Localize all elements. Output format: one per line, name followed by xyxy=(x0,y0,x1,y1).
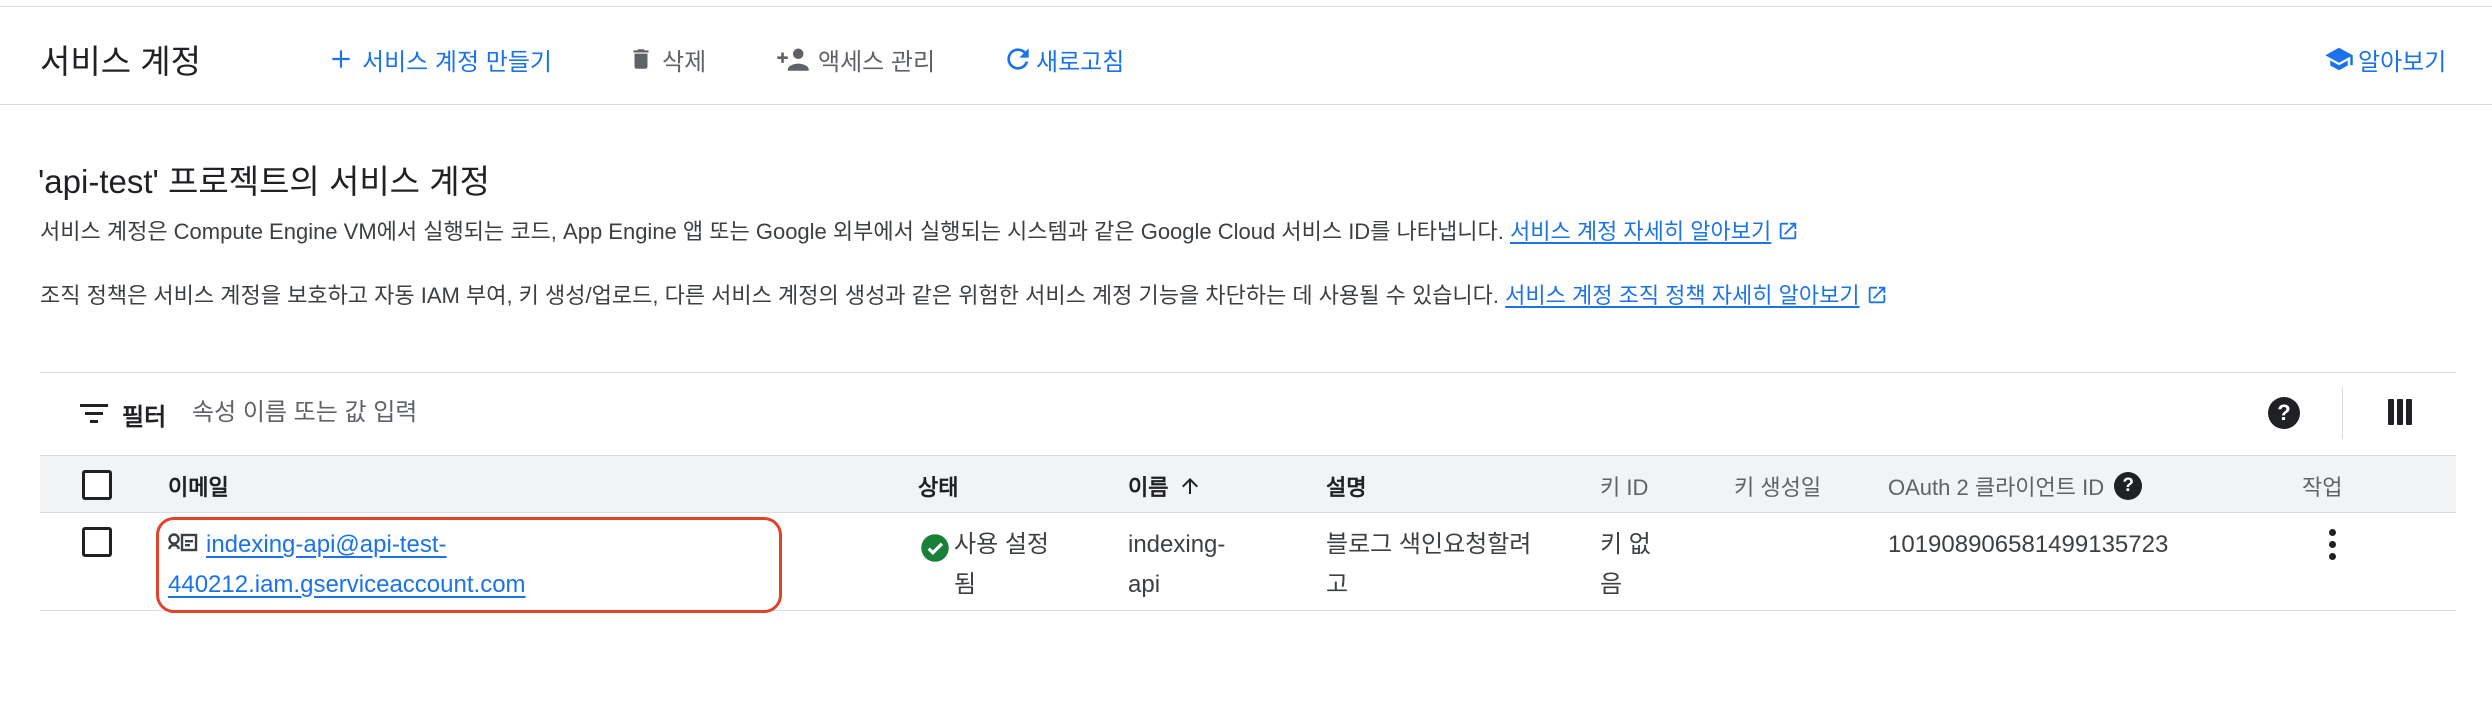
page-title: 서비스 계정 xyxy=(40,43,201,80)
select-all-checkbox[interactable] xyxy=(82,470,112,500)
column-oauth-client-id[interactable]: OAuth 2 클라이언트 ID ? xyxy=(1888,470,2143,502)
service-accounts-table: 필터 ? 이메일 상태 이름 설명 키 ID 키 생성일 OAuth 2 클라이… xyxy=(40,372,2456,613)
column-status[interactable]: 상태 xyxy=(918,470,958,502)
delete-label: 삭제 xyxy=(662,48,707,76)
description-text: 서비스 계정은 Compute Engine VM에서 실행되는 코드, App… xyxy=(40,219,1504,244)
open-in-new-icon xyxy=(1868,286,1885,304)
trash-icon xyxy=(633,49,649,69)
row-checkbox[interactable] xyxy=(82,527,112,557)
description-cell: 블로그 색인요청할려 고 xyxy=(1326,531,1532,598)
column-email[interactable]: 이메일 xyxy=(168,470,229,502)
service-account-key-icon xyxy=(167,533,198,552)
manage-access-button[interactable]: 액세스 관리 xyxy=(776,39,935,79)
table-row: indexing-api@api-test- 440212.iam.gservic… xyxy=(40,513,2456,613)
page-header: 서비스 계정 서비스 계정 만들기 삭제 액세스 관리 새로고침 알아보기 xyxy=(0,7,2492,105)
description-org-policy: 조직 정책은 서비스 계정을 보호하고 자동 IAM 부여, 키 생성/업로드,… xyxy=(40,281,1888,311)
refresh-button[interactable]: 새로고침 xyxy=(1002,39,1124,79)
service-account-email-link[interactable]: indexing-api@api-test- 440212.iam.gservic… xyxy=(168,531,526,598)
help-icon[interactable]: ? xyxy=(2114,472,2143,500)
learn-button[interactable]: 알아보기 xyxy=(2322,39,2446,79)
column-description[interactable]: 설명 xyxy=(1326,470,1366,502)
refresh-label: 새로고침 xyxy=(1036,48,1125,76)
manage-access-label: 액세스 관리 xyxy=(818,48,936,76)
status-cell: 사용 설정 됨 xyxy=(954,531,1049,598)
refresh-icon xyxy=(1007,48,1029,70)
column-key-created[interactable]: 키 생성일 xyxy=(1734,470,1821,502)
filter-icon xyxy=(80,404,108,423)
plus-icon xyxy=(332,50,350,68)
column-actions: 작업 xyxy=(2302,475,2343,500)
filter-bar: 필터 ? xyxy=(40,373,2456,455)
delete-button[interactable]: 삭제 xyxy=(628,39,706,79)
open-in-new-icon xyxy=(1779,222,1797,240)
create-service-account-button[interactable]: 서비스 계정 만들기 xyxy=(328,39,552,79)
school-icon xyxy=(2325,47,2353,71)
learn-label: 알아보기 xyxy=(2358,48,2447,76)
learn-org-policy-link[interactable]: 서비스 계정 조직 정책 자세히 알아보기 xyxy=(1505,283,1859,308)
table-header: 이메일 상태 이름 설명 키 ID 키 생성일 OAuth 2 클라이언트 ID… xyxy=(40,455,2456,513)
key-id-cell: 키 없음 xyxy=(1600,531,1651,598)
create-service-account-label: 서비스 계정 만들기 xyxy=(362,48,552,76)
arrow-upward-icon xyxy=(1182,478,1199,494)
section-title: 'api-test' 프로젝트의 서비스 계정 xyxy=(38,163,490,200)
column-name[interactable]: 이름 xyxy=(1128,470,1202,502)
more-actions-icon[interactable] xyxy=(2326,529,2338,560)
filter-input[interactable] xyxy=(192,395,1092,431)
filter-label: 필터 xyxy=(122,404,167,431)
learn-service-accounts-link[interactable]: 서비스 계정 자세히 알아보기 xyxy=(1510,219,1771,244)
column-display-options-icon[interactable] xyxy=(2388,399,2412,425)
divider xyxy=(2342,387,2343,439)
check-circle-icon xyxy=(921,534,949,562)
org-policy-text: 조직 정책은 서비스 계정을 보호하고 자동 IAM 부여, 키 생성/업로드,… xyxy=(40,283,1500,308)
email-cell: indexing-api@api-test- 440212.iam.gservic… xyxy=(167,525,526,605)
person-add-icon xyxy=(777,48,809,71)
oauth-client-id-cell: 101908906581499135723 xyxy=(1888,531,2169,558)
description-service-accounts: 서비스 계정은 Compute Engine VM에서 실행되는 코드, App… xyxy=(40,217,1799,247)
help-icon[interactable]: ? xyxy=(2268,397,2300,429)
column-key-id[interactable]: 키 ID xyxy=(1600,470,1648,502)
name-cell: indexing-api xyxy=(1128,531,1226,598)
